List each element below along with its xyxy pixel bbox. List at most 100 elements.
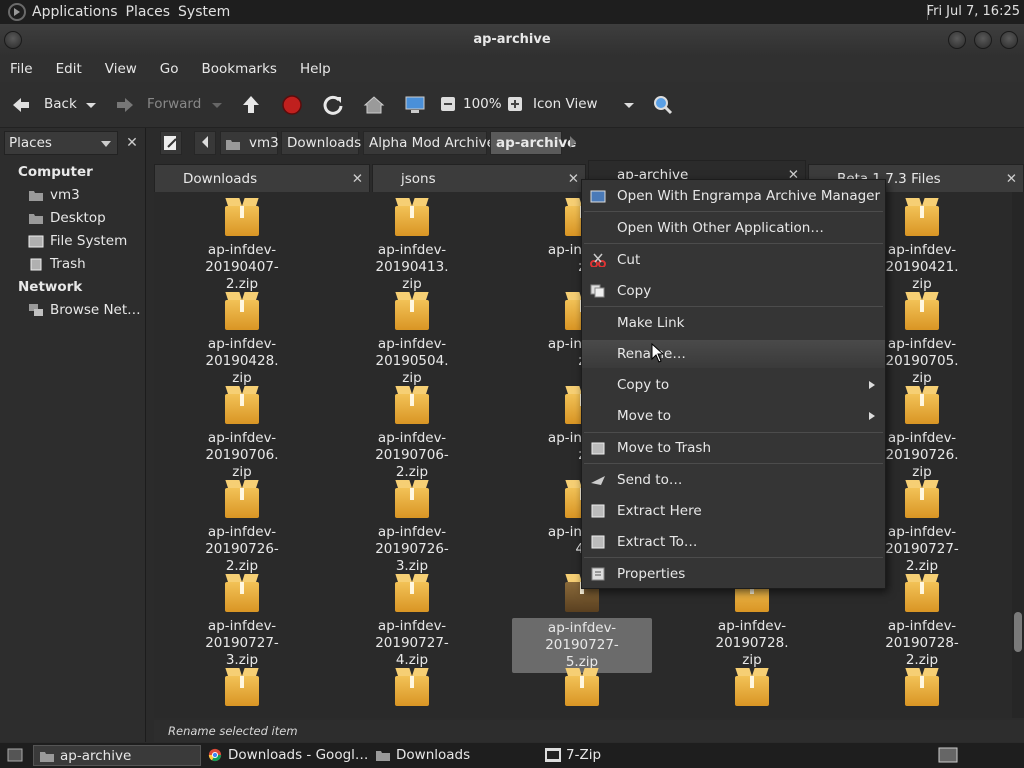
context-menu-item[interactable]: Send to… xyxy=(582,466,885,494)
context-menu-item[interactable]: Move to xyxy=(582,402,885,430)
task-7zip[interactable]: 7-Zip xyxy=(540,745,708,766)
home-icon[interactable] xyxy=(363,94,385,116)
close-tab-icon[interactable]: ✕ xyxy=(1006,165,1017,192)
context-menu-item[interactable]: Open With Other Application… xyxy=(582,214,885,242)
zip-archive-icon xyxy=(565,668,599,706)
menu-help[interactable]: Help xyxy=(300,61,331,77)
zip-archive-icon xyxy=(225,198,259,236)
scrollbar-thumb[interactable] xyxy=(1014,612,1022,652)
stop-icon[interactable] xyxy=(281,94,303,116)
file-item-partial[interactable] xyxy=(682,668,822,706)
file-item[interactable]: ap-infdev-20190727- 3.zip xyxy=(172,574,312,669)
file-item[interactable]: ap-infdev-20190428. zip xyxy=(172,292,312,387)
context-menu-item[interactable]: Copy to xyxy=(582,371,885,399)
file-item[interactable]: ap-infdev-20190706. zip xyxy=(172,386,312,481)
view-mode-select[interactable]: Icon View xyxy=(533,96,598,112)
panel-menu-places[interactable]: Places xyxy=(126,4,179,20)
file-item-partial[interactable] xyxy=(172,668,312,706)
file-item[interactable]: ap-infdev-20190726- 3.zip xyxy=(342,480,482,575)
window-titlebar[interactable]: ap-archive xyxy=(0,24,1024,56)
sidebar-item-desktop[interactable]: Desktop xyxy=(28,208,142,228)
context-menu-label: Send to… xyxy=(617,472,683,488)
file-name: ap-infdev-20190504. zip xyxy=(375,336,449,386)
back-history-chevron-icon[interactable] xyxy=(84,98,98,112)
tab-downloads[interactable]: Downloads ✕ xyxy=(154,164,370,192)
mate-logo-icon[interactable] xyxy=(8,3,26,21)
context-menu-item[interactable]: Properties xyxy=(582,560,885,588)
breadcrumb-vm3[interactable]: vm3 xyxy=(220,131,279,155)
path-edit-button[interactable] xyxy=(160,131,182,155)
menu-go[interactable]: Go xyxy=(160,61,179,77)
panel-menu-applications[interactable]: Applications xyxy=(32,4,126,20)
context-menu-item[interactable]: Move to Trash xyxy=(582,434,885,462)
zoom-out-icon[interactable] xyxy=(440,96,456,112)
file-item[interactable]: ap-infdev-20190413. zip xyxy=(342,198,482,293)
maximize-button[interactable] xyxy=(974,31,992,49)
computer-icon[interactable] xyxy=(404,94,426,116)
sidebar-item-vm3[interactable]: vm3 xyxy=(28,185,142,205)
file-item[interactable]: ap-infdev-20190407- 2.zip xyxy=(172,198,312,293)
sidebar-item-browse-network[interactable]: Browse Net… xyxy=(28,300,142,320)
sidebar-item-trash[interactable]: Trash xyxy=(28,254,142,274)
reload-icon[interactable] xyxy=(322,94,344,116)
task-chrome-downloads[interactable]: Downloads - Googl… xyxy=(202,745,370,766)
zoom-in-icon[interactable] xyxy=(507,96,523,112)
file-item[interactable]: ap-infdev-20190504. zip xyxy=(342,292,482,387)
file-item[interactable]: ap-infdev-20190727- 4.zip xyxy=(342,574,482,669)
close-tab-icon[interactable]: ✕ xyxy=(352,165,363,192)
zoom-level[interactable]: 100% xyxy=(463,96,502,112)
breadcrumb-alpha-mod-archive[interactable]: Alpha Mod Archive xyxy=(363,131,495,155)
menu-bookmarks[interactable]: Bookmarks xyxy=(202,61,277,77)
zip-archive-icon xyxy=(395,668,429,706)
sidebar-item-label: vm3 xyxy=(50,187,80,203)
tab-jsons[interactable]: jsons ✕ xyxy=(372,164,586,192)
menu-file[interactable]: File xyxy=(10,61,33,77)
close-tab-icon[interactable]: ✕ xyxy=(568,165,579,192)
back-arrow-icon[interactable] xyxy=(10,94,32,116)
context-menu-item[interactable]: Rename… xyxy=(582,340,885,368)
file-item-partial[interactable] xyxy=(852,668,992,706)
context-menu-item[interactable]: Open With Engrampa Archive Manager xyxy=(582,182,885,210)
file-item-partial[interactable] xyxy=(342,668,482,706)
minimize-button[interactable] xyxy=(948,31,966,49)
close-sidebar-icon[interactable]: ✕ xyxy=(122,133,142,153)
context-menu-item[interactable]: Extract To… xyxy=(582,528,885,556)
sidebar-pane-select[interactable]: Places xyxy=(4,131,118,155)
desktop-folder-icon xyxy=(29,214,43,224)
sidebar-item-label: Trash xyxy=(50,256,86,272)
context-menu-item[interactable]: Cut xyxy=(582,246,885,274)
menu-view[interactable]: View xyxy=(105,61,137,77)
breadcrumb-ap-archive[interactable]: ap-archive xyxy=(490,131,576,155)
close-window-button[interactable] xyxy=(1000,31,1018,49)
chevron-right-icon xyxy=(570,136,576,148)
forward-button[interactable]: Forward xyxy=(147,96,201,112)
sidebar-item-file-system[interactable]: File System xyxy=(28,231,142,251)
path-scroll-left-button[interactable] xyxy=(194,131,216,155)
task-downloads[interactable]: Downloads xyxy=(370,745,538,766)
breadcrumb-downloads[interactable]: Downloads xyxy=(281,131,361,155)
show-desktop-button[interactable] xyxy=(3,745,27,766)
menu-edit[interactable]: Edit xyxy=(56,61,82,77)
view-mode-chevron-icon[interactable] xyxy=(622,98,636,112)
panel-clock[interactable]: Fri Jul 7, 16:25 xyxy=(927,4,1020,19)
panel-menu-system[interactable]: System xyxy=(178,4,238,20)
context-menu-label: Extract Here xyxy=(617,503,702,519)
vertical-scrollbar[interactable] xyxy=(1012,192,1024,718)
path-scroll-right-button[interactable] xyxy=(566,131,582,155)
task-ap-archive[interactable]: ap-archive xyxy=(33,745,201,766)
context-menu-item[interactable]: Copy xyxy=(582,277,885,305)
workspace-switcher[interactable] xyxy=(936,745,960,766)
zip-archive-icon xyxy=(905,668,939,706)
file-item[interactable]: ap-infdev-20190706- 2.zip xyxy=(342,386,482,481)
file-item-partial[interactable] xyxy=(512,668,652,706)
context-menu-label: Copy xyxy=(617,283,652,299)
file-name: ap-infdev-20190727- 5.zip xyxy=(512,618,652,673)
up-arrow-icon[interactable] xyxy=(240,94,262,116)
context-menu-item[interactable]: Extract Here xyxy=(582,497,885,525)
file-item[interactable]: ap-infdev-20190726- 2.zip xyxy=(172,480,312,575)
back-button[interactable]: Back xyxy=(44,96,77,112)
search-icon[interactable] xyxy=(652,94,674,116)
context-menu-item[interactable]: Make Link xyxy=(582,309,885,337)
window-menu-button[interactable] xyxy=(4,31,22,49)
task-label: ap-archive xyxy=(60,748,132,764)
